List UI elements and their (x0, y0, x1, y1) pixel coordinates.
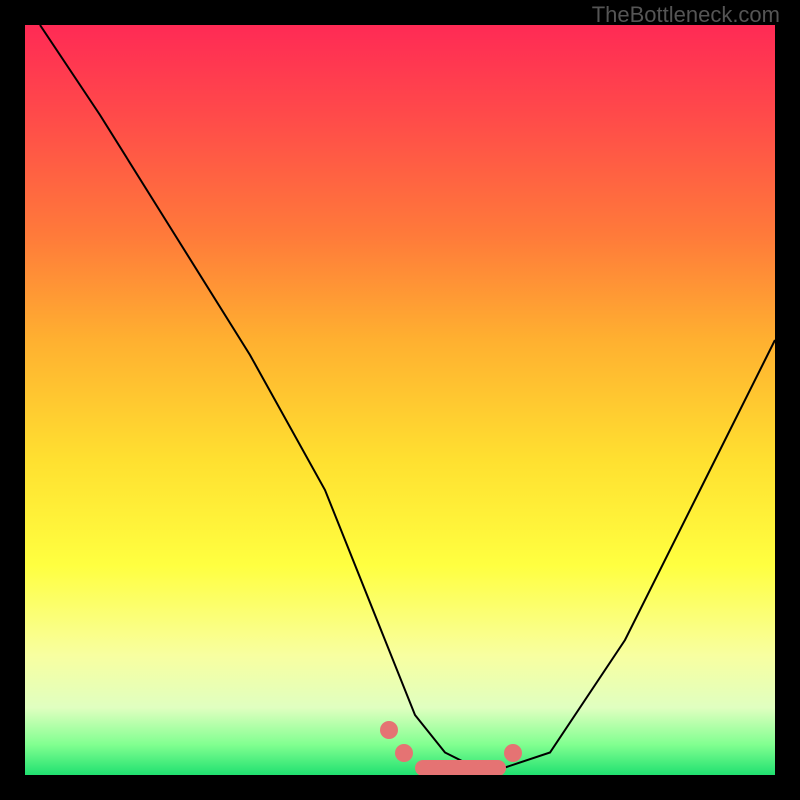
data-marker (504, 744, 522, 762)
data-marker (395, 744, 413, 762)
bottleneck-curve (40, 25, 775, 768)
chart-svg (25, 25, 775, 775)
watermark-text: TheBottleneck.com (592, 2, 780, 28)
data-marker (380, 721, 398, 739)
optimal-range-bar (415, 760, 506, 776)
plot-area (25, 25, 775, 775)
